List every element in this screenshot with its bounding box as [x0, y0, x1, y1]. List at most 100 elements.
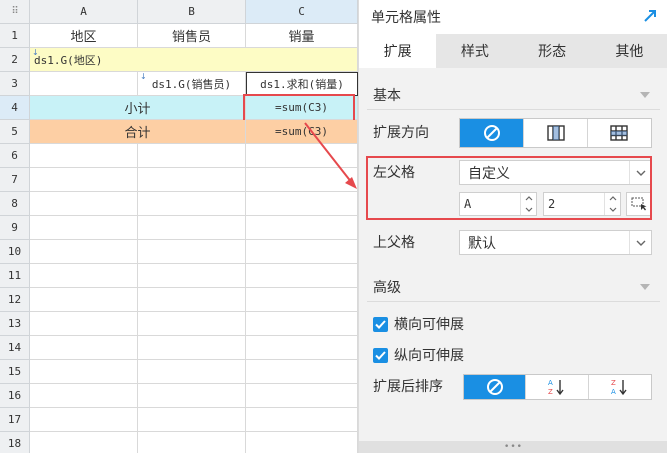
basic-section-header[interactable]: 基本	[367, 80, 660, 110]
row-header-4[interactable]: 4	[0, 96, 30, 120]
spinner-arrows-icon[interactable]	[520, 193, 536, 215]
row-header-16[interactable]: 16	[0, 384, 30, 408]
empty-cell[interactable]	[246, 264, 358, 288]
left-parent-row-spinner[interactable]: 2	[543, 192, 621, 216]
row-header-10[interactable]: 10	[0, 240, 30, 264]
expand-horizontal-button[interactable]	[588, 119, 651, 147]
empty-cell[interactable]	[246, 192, 358, 216]
empty-cell[interactable]	[246, 336, 358, 360]
empty-cell[interactable]	[30, 384, 138, 408]
left-parent-column-spinner[interactable]: A	[459, 192, 537, 216]
empty-cell[interactable]	[30, 192, 138, 216]
empty-cell[interactable]	[246, 312, 358, 336]
empty-cell[interactable]	[30, 408, 138, 432]
empty-cell[interactable]	[138, 336, 246, 360]
cell-ab4-merged[interactable]: 小计	[30, 96, 246, 120]
empty-cell[interactable]	[138, 240, 246, 264]
cell-c4[interactable]: =sum(C3)	[246, 96, 358, 120]
row-header-9[interactable]: 9	[0, 216, 30, 240]
cell-c3[interactable]: ds1.求和(销量)	[246, 72, 358, 96]
empty-cell[interactable]	[138, 216, 246, 240]
row-header-6[interactable]: 6	[0, 144, 30, 168]
sort-order-buttons: A Z Z A	[463, 374, 652, 400]
cell-b3[interactable]: ds1.G(销售员)	[138, 72, 246, 96]
spinner-arrows-icon[interactable]	[604, 193, 620, 215]
advanced-section-header[interactable]: 高级	[367, 272, 660, 302]
row-header-8[interactable]: 8	[0, 192, 30, 216]
empty-cell[interactable]	[30, 432, 138, 453]
expand-none-button[interactable]	[460, 119, 525, 147]
column-header-a[interactable]: A	[30, 0, 138, 24]
row-header-7[interactable]: 7	[0, 168, 30, 192]
sort-none-button[interactable]	[464, 375, 527, 399]
sort-ascending-button[interactable]: A Z	[526, 375, 589, 399]
top-parent-label: 上父格	[373, 235, 415, 251]
column-header-c[interactable]: C	[246, 0, 358, 24]
tab-other[interactable]: 其他	[591, 34, 667, 68]
empty-cell[interactable]	[30, 144, 138, 168]
select-all-corner[interactable]: ⠿	[0, 0, 30, 24]
empty-cell[interactable]	[30, 360, 138, 384]
empty-cell[interactable]	[138, 384, 246, 408]
empty-cell[interactable]	[30, 216, 138, 240]
empty-cell[interactable]	[30, 168, 138, 192]
empty-cell[interactable]	[246, 432, 358, 453]
cell-a1[interactable]: 地区	[30, 24, 138, 48]
horizontal-expandable-checkbox[interactable]: 横向可伸展	[373, 314, 464, 334]
cell-ab5-merged[interactable]: 合计	[30, 120, 246, 144]
empty-cell[interactable]	[138, 312, 246, 336]
cell-a3[interactable]	[30, 72, 138, 96]
cell-a2[interactable]: ds1.G(地区)	[30, 48, 358, 72]
vertical-expandable-checkbox[interactable]: 纵向可伸展	[373, 345, 464, 365]
empty-cell[interactable]	[138, 144, 246, 168]
left-parent-select[interactable]: 自定义	[459, 160, 652, 185]
row-header-17[interactable]: 17	[0, 408, 30, 432]
empty-cell[interactable]	[30, 264, 138, 288]
top-parent-select[interactable]: 默认	[459, 230, 652, 255]
empty-cell[interactable]	[138, 288, 246, 312]
cell-picker-button[interactable]	[626, 192, 652, 216]
row-header-12[interactable]: 12	[0, 288, 30, 312]
row-header-3[interactable]: 3	[0, 72, 30, 96]
empty-cell[interactable]	[138, 432, 246, 453]
row-header-13[interactable]: 13	[0, 312, 30, 336]
empty-cell[interactable]	[30, 312, 138, 336]
svg-text:Z: Z	[548, 388, 553, 396]
row-header-18[interactable]: 18	[0, 432, 30, 453]
checkbox-checked-icon	[373, 316, 388, 332]
empty-cell[interactable]	[246, 360, 358, 384]
sort-descending-button[interactable]: Z A	[589, 375, 651, 399]
empty-cell[interactable]	[138, 168, 246, 192]
empty-cell[interactable]	[138, 360, 246, 384]
empty-cell[interactable]	[138, 408, 246, 432]
tab-form[interactable]: 形态	[514, 34, 591, 68]
empty-cell[interactable]	[138, 264, 246, 288]
row-header-11[interactable]: 11	[0, 264, 30, 288]
tab-expand[interactable]: 扩展	[359, 34, 437, 68]
empty-cell[interactable]	[138, 192, 246, 216]
row-header-1[interactable]: 1	[0, 24, 30, 48]
empty-cell[interactable]	[246, 408, 358, 432]
tab-style[interactable]: 样式	[436, 34, 513, 68]
left-parent-column-value: A	[464, 197, 472, 211]
row-header-5[interactable]: 5	[0, 120, 30, 144]
cell-b1[interactable]: 销售员	[138, 24, 246, 48]
row-header-2[interactable]: 2	[0, 48, 30, 72]
empty-cell[interactable]	[246, 168, 358, 192]
panel-resize-handle[interactable]: •••	[359, 441, 667, 453]
empty-cell[interactable]	[246, 240, 358, 264]
empty-cell[interactable]	[30, 336, 138, 360]
empty-cell[interactable]	[30, 240, 138, 264]
row-header-14[interactable]: 14	[0, 336, 30, 360]
empty-cell[interactable]	[30, 288, 138, 312]
cell-c1[interactable]: 销量	[246, 24, 358, 48]
empty-cell[interactable]	[246, 288, 358, 312]
expand-vertical-button[interactable]	[524, 119, 588, 147]
empty-cell[interactable]	[246, 384, 358, 408]
expand-panel-icon[interactable]	[642, 8, 658, 24]
row-header-15[interactable]: 15	[0, 360, 30, 384]
cell-c5[interactable]: =sum(C3)	[246, 120, 358, 144]
empty-cell[interactable]	[246, 216, 358, 240]
empty-cell[interactable]	[246, 144, 358, 168]
column-header-b[interactable]: B	[138, 0, 246, 24]
